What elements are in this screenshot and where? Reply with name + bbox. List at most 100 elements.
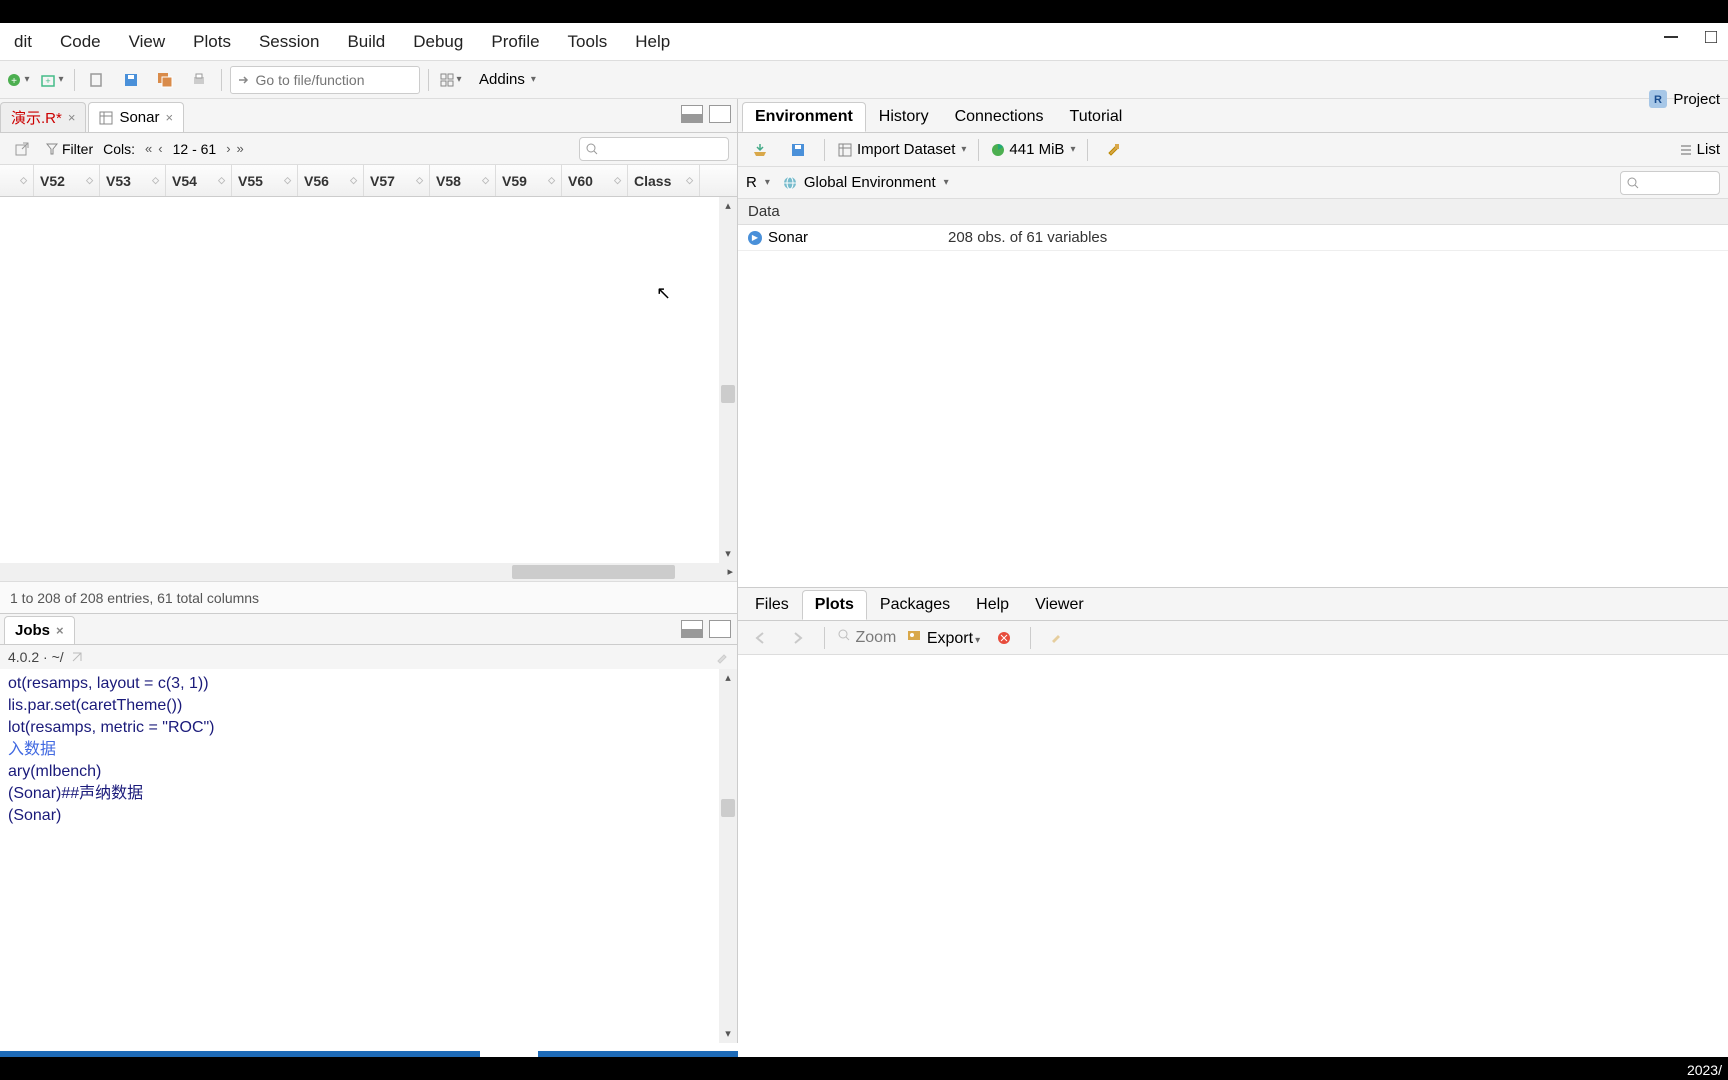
scroll-up-button[interactable]: ▴ xyxy=(719,197,737,215)
clear-plots-button[interactable] xyxy=(1043,624,1071,652)
plots-toolbar: Zoom Export▾ xyxy=(738,621,1728,655)
column-header[interactable]: V57◇ xyxy=(364,165,430,196)
vertical-scrollbar[interactable]: ▴ ▾ xyxy=(719,197,737,563)
scroll-thumb[interactable] xyxy=(721,385,735,403)
cols-last-button[interactable]: » xyxy=(235,141,246,156)
load-workspace-button[interactable] xyxy=(746,136,774,164)
minimize-pane-button[interactable] xyxy=(681,620,703,638)
view-mode-dropdown[interactable]: List xyxy=(1679,141,1720,158)
language-selector[interactable]: R▾ xyxy=(746,174,770,191)
menu-build[interactable]: Build xyxy=(333,24,399,60)
maximize-pane-button[interactable] xyxy=(709,105,731,123)
vertical-scrollbar[interactable]: ▴ ▾ xyxy=(719,669,737,1043)
table-icon xyxy=(99,111,113,125)
maximize-button[interactable] xyxy=(1702,28,1720,46)
column-header[interactable]: V55◇ xyxy=(232,165,298,196)
cols-prev-button[interactable]: ‹ xyxy=(156,141,164,156)
jobs-tab[interactable]: Jobs × xyxy=(4,616,75,644)
menu-session[interactable]: Session xyxy=(245,24,333,60)
tab-viewer[interactable]: Viewer xyxy=(1022,590,1097,620)
brush-icon[interactable] xyxy=(715,650,729,664)
console-line: (Sonar)##声纳数据 xyxy=(8,783,729,805)
column-header[interactable]: V60◇ xyxy=(562,165,628,196)
tab-tutorial[interactable]: Tutorial xyxy=(1057,102,1136,132)
new-file-dropdown[interactable]: +▾ xyxy=(4,66,32,94)
cols-first-button[interactable]: « xyxy=(143,141,154,156)
tab-history[interactable]: History xyxy=(866,102,942,132)
tab-environment[interactable]: Environment xyxy=(742,102,866,132)
addins-dropdown[interactable]: Addins▾ xyxy=(471,67,544,92)
save-all-button[interactable] xyxy=(151,66,179,94)
clear-workspace-button[interactable] xyxy=(1100,136,1128,164)
minimize-pane-button[interactable] xyxy=(681,105,703,123)
goto-file-input[interactable] xyxy=(230,66,420,94)
plot-prev-button[interactable] xyxy=(746,624,774,652)
column-header[interactable]: V54◇ xyxy=(166,165,232,196)
remove-plot-button[interactable] xyxy=(990,624,1018,652)
data-table-header: ◇ V52◇ V53◇ V54◇ V55◇ V56◇ V57◇ V58◇ V59… xyxy=(0,165,737,197)
menu-code[interactable]: Code xyxy=(46,24,115,60)
scroll-thumb[interactable] xyxy=(512,565,675,579)
env-item-sonar[interactable]: ▶ Sonar 208 obs. of 61 variables xyxy=(738,225,1728,251)
horizontal-scrollbar[interactable]: ▸ xyxy=(0,563,737,581)
column-header[interactable]: V53◇ xyxy=(100,165,166,196)
tab-connections[interactable]: Connections xyxy=(942,102,1057,132)
popup-icon[interactable] xyxy=(8,135,36,163)
menu-plots[interactable]: Plots xyxy=(179,24,245,60)
maximize-pane-button[interactable] xyxy=(709,620,731,638)
tab-packages[interactable]: Packages xyxy=(867,590,963,620)
import-dataset-dropdown[interactable]: Import Dataset▾ xyxy=(837,141,966,158)
column-header[interactable]: V52◇ xyxy=(34,165,100,196)
data-search-input[interactable] xyxy=(579,137,729,161)
scroll-right-button[interactable]: ▸ xyxy=(727,565,733,578)
zoom-button[interactable]: Zoom xyxy=(837,628,896,647)
column-header[interactable]: V56◇ xyxy=(298,165,364,196)
scroll-thumb[interactable] xyxy=(721,799,735,817)
scroll-down-button[interactable]: ▾ xyxy=(719,1025,737,1043)
scope-selector[interactable]: Global Environment▾ xyxy=(782,174,949,191)
export-dropdown[interactable]: Export▾ xyxy=(906,627,980,648)
column-header[interactable]: Class◇ xyxy=(628,165,700,196)
source-tab-script[interactable]: 演示.R* × xyxy=(0,102,86,132)
minimize-button[interactable] xyxy=(1662,28,1680,46)
open-file-button[interactable] xyxy=(83,66,111,94)
new-project-button[interactable]: +▾ xyxy=(38,66,66,94)
export-icon xyxy=(906,627,922,643)
memory-usage[interactable]: 441 MiB▾ xyxy=(991,141,1075,158)
tab-help[interactable]: Help xyxy=(963,590,1022,620)
close-icon[interactable]: × xyxy=(56,623,64,638)
project-selector[interactable]: R Project xyxy=(1649,90,1720,108)
cols-next-button[interactable]: › xyxy=(224,141,232,156)
cols-range: 12 - 61 xyxy=(173,141,217,157)
close-icon[interactable]: × xyxy=(68,110,76,125)
expand-icon[interactable]: ▶ xyxy=(748,231,762,245)
tab-plots[interactable]: Plots xyxy=(802,590,867,620)
print-button[interactable] xyxy=(185,66,213,94)
source-tab-sonar[interactable]: Sonar × xyxy=(88,102,184,132)
popup-icon[interactable] xyxy=(70,650,84,664)
menu-help[interactable]: Help xyxy=(621,24,684,60)
console-output[interactable]: ot(resamps, layout = c(3, 1)) lis.par.se… xyxy=(0,669,737,1043)
menu-debug[interactable]: Debug xyxy=(399,24,477,60)
filter-button[interactable]: Filter xyxy=(46,141,93,157)
goto-file-field[interactable] xyxy=(256,72,413,88)
menu-profile[interactable]: Profile xyxy=(477,24,553,60)
grid-view-button[interactable]: ▾ xyxy=(437,66,465,94)
column-header[interactable]: V59◇ xyxy=(496,165,562,196)
menu-tools[interactable]: Tools xyxy=(554,24,622,60)
column-header-rownum[interactable]: ◇ xyxy=(0,165,34,196)
console-tabs: Jobs × xyxy=(0,613,737,645)
save-workspace-button[interactable] xyxy=(784,136,812,164)
tab-files[interactable]: Files xyxy=(742,590,802,620)
scroll-up-button[interactable]: ▴ xyxy=(719,669,737,687)
menu-view[interactable]: View xyxy=(115,24,180,60)
menu-bar: dit Code View Plots Session Build Debug … xyxy=(0,23,1728,61)
environment-search[interactable] xyxy=(1620,171,1720,195)
column-header[interactable]: V58◇ xyxy=(430,165,496,196)
env-section-data: Data xyxy=(738,199,1728,225)
plot-next-button[interactable] xyxy=(784,624,812,652)
menu-edit[interactable]: dit xyxy=(0,24,46,60)
close-icon[interactable]: × xyxy=(165,110,173,125)
scroll-down-button[interactable]: ▾ xyxy=(719,545,737,563)
save-button[interactable] xyxy=(117,66,145,94)
